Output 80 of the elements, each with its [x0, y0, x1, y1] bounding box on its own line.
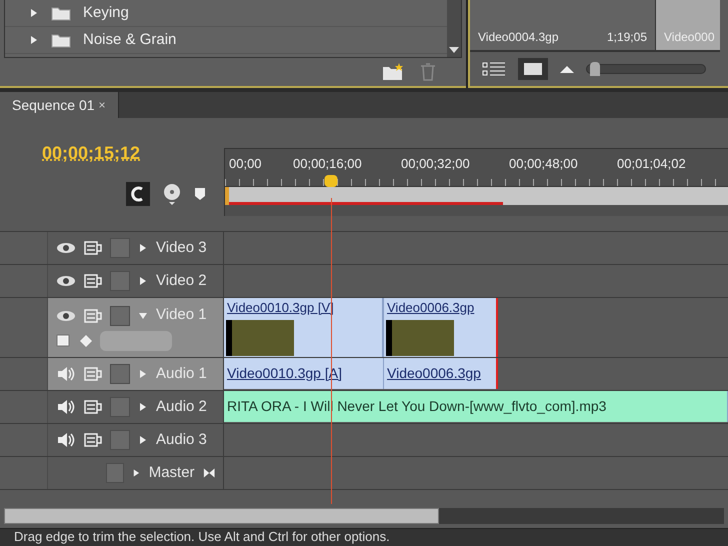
track-name: Audio 2: [156, 396, 207, 417]
expand-triangle-icon[interactable]: [29, 8, 39, 18]
media-thumbnail[interactable]: Video0004.3gp 1;19;05: [470, 0, 656, 52]
clip-name: Video000: [664, 29, 714, 46]
slider-thumb[interactable]: [590, 62, 600, 76]
scrollbar-thumb[interactable]: [4, 508, 439, 524]
tab-label: Sequence 01: [12, 96, 95, 115]
clip-label: Video0006.3gp: [386, 364, 481, 383]
clip-label: Video0006.3gp: [386, 299, 476, 317]
track-target-toggle[interactable]: [110, 430, 130, 450]
new-folder-icon[interactable]: [382, 63, 404, 81]
collapse-triangle-icon[interactable]: [138, 310, 148, 320]
expand-triangle-icon[interactable]: [138, 369, 148, 379]
ruler-time-label: 00;01;04;02: [616, 155, 687, 174]
snap-icon[interactable]: [126, 182, 150, 206]
ruler-time-label: 00;00;48;00: [508, 155, 579, 174]
expand-triangle-icon[interactable]: [138, 402, 148, 412]
track-target-toggle[interactable]: [110, 364, 130, 384]
track-target-toggle[interactable]: [110, 238, 130, 258]
track-lock-icon[interactable]: [84, 400, 102, 414]
ruler-time-label: 00;00;32;00: [400, 155, 471, 174]
speaker-icon[interactable]: [56, 432, 76, 448]
eye-icon[interactable]: [56, 274, 76, 288]
eye-icon[interactable]: [56, 308, 76, 322]
expand-triangle-icon[interactable]: [138, 435, 148, 445]
time-ruler[interactable]: 00;00 00;00;16;00 00;00;32;00 00;00;48;00 00;01;04;02: [224, 148, 728, 216]
display-style-icon[interactable]: [56, 332, 72, 349]
zoom-slider[interactable]: [586, 64, 706, 74]
folder-label: Noise & Grain: [83, 30, 176, 50]
track-name: Audio 1: [156, 364, 207, 384]
track-name: Master: [148, 462, 195, 483]
keyframe-icon[interactable]: [80, 334, 92, 347]
effect-folder-item[interactable]: Noise & Grain: [5, 27, 447, 54]
ruler-time-label: 00;00;16;00: [292, 155, 363, 174]
timecode-display[interactable]: 00;00;15;12: [42, 140, 140, 167]
close-tab-button[interactable]: ×: [98, 96, 106, 114]
track-name: Video 3: [156, 238, 207, 258]
folder-icon: [51, 32, 71, 48]
track-lock-icon[interactable]: [84, 241, 102, 255]
folder-icon: [51, 5, 71, 21]
expand-triangle-icon[interactable]: [132, 468, 141, 478]
disc-icon[interactable]: [162, 183, 182, 205]
expand-triangle-icon[interactable]: [138, 276, 148, 286]
expand-triangle-icon[interactable]: [29, 35, 39, 45]
track-target-toggle[interactable]: [106, 463, 124, 483]
speaker-icon[interactable]: [56, 366, 76, 382]
audio-clip[interactable]: Video0006.3gp: [384, 358, 498, 389]
track-name: Audio 3: [156, 430, 207, 450]
playhead-handle[interactable]: [324, 175, 338, 187]
bowtie-icon[interactable]: [202, 467, 215, 479]
video-clip[interactable]: Video0006.3gp: [384, 298, 498, 357]
track-lock-icon[interactable]: [84, 367, 102, 381]
track-name: Video 2: [156, 270, 207, 291]
folder-label: Keying: [83, 2, 129, 23]
clip-duration: 1;19;05: [606, 29, 647, 46]
ruler-time-label: 00;00: [228, 155, 263, 174]
status-message: Drag edge to trim the selection. Use Alt and Ctrl for other options.: [14, 529, 390, 545]
track-lock-icon[interactable]: [84, 433, 102, 447]
work-area-bar[interactable]: [225, 187, 728, 205]
sequence-tab[interactable]: Sequence 01 ×: [0, 92, 119, 118]
effect-folder-item[interactable]: Keying: [5, 0, 447, 27]
clip-thumbnail: [226, 320, 294, 356]
track-lock-icon[interactable]: [84, 308, 102, 322]
track-name: Video 1: [156, 305, 207, 326]
track-target-toggle[interactable]: [110, 271, 130, 291]
expand-triangle-icon[interactable]: [138, 243, 148, 253]
marker-icon[interactable]: [194, 187, 206, 201]
track-target-toggle[interactable]: [110, 306, 130, 326]
track-target-toggle[interactable]: [110, 397, 130, 417]
speaker-icon[interactable]: [56, 399, 76, 415]
small-mountain-icon: [560, 65, 574, 73]
horizontal-scrollbar[interactable]: [4, 508, 724, 524]
scroll-down-icon[interactable]: [449, 47, 459, 53]
eye-icon[interactable]: [56, 241, 76, 255]
clip-thumbnail: [386, 320, 454, 356]
list-view-icon[interactable]: [482, 61, 506, 77]
icon-view-icon[interactable]: [518, 58, 548, 80]
clip-name: Video0004.3gp: [478, 29, 559, 46]
track-lock-icon[interactable]: [84, 274, 102, 288]
scrollbar[interactable]: [447, 0, 461, 57]
